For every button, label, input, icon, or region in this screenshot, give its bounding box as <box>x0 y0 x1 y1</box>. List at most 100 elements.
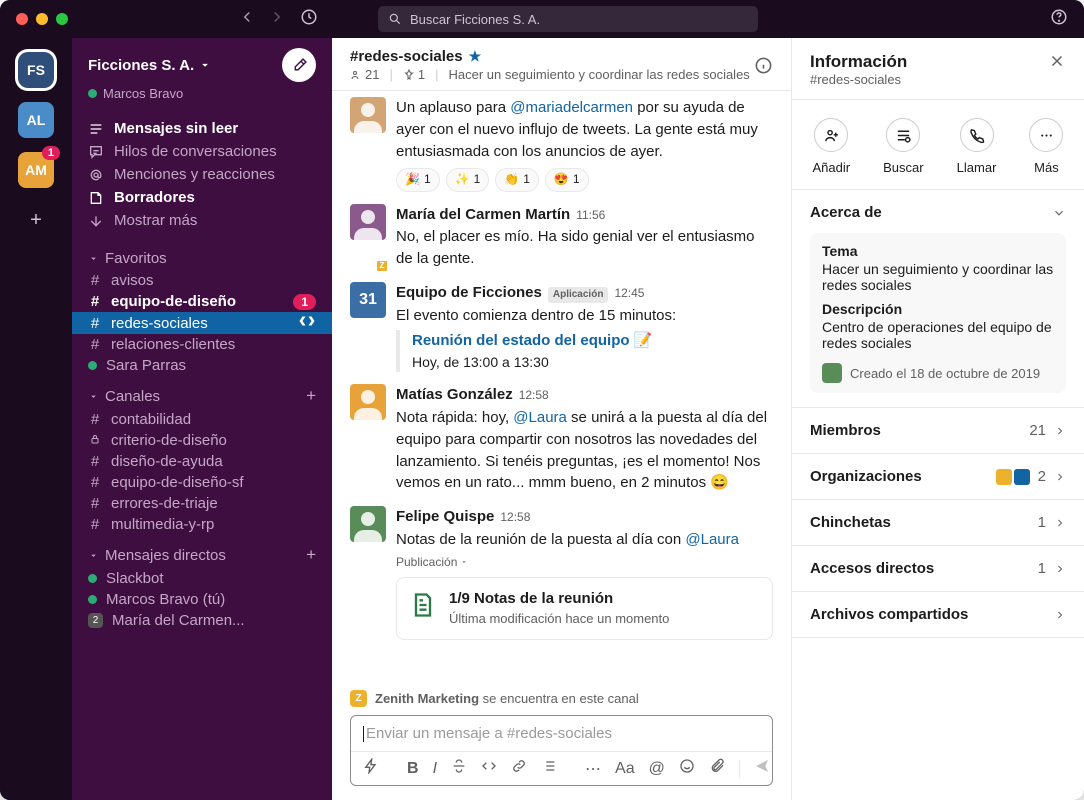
row-shortcuts[interactable]: Accesos directos1 <box>792 546 1084 592</box>
star-icon[interactable]: ★ <box>469 48 482 65</box>
add-dm[interactable]: + <box>306 545 316 565</box>
row-pins[interactable]: Chinchetas1 <box>792 500 1084 546</box>
nav-mentions[interactable]: Menciones y reacciones <box>72 163 332 186</box>
desc-value[interactable]: Centro de operaciones del equipo de rede… <box>822 319 1054 351</box>
attach-icon[interactable] <box>709 758 725 779</box>
members-count[interactable]: 21 <box>350 67 379 82</box>
action-call[interactable]: Llamar <box>957 118 997 175</box>
action-find[interactable]: Buscar <box>883 118 923 175</box>
reaction[interactable]: ✨1 <box>446 168 490 191</box>
history-icon[interactable] <box>300 8 318 31</box>
nav-unread[interactable]: Mensajes sin leer <box>72 117 332 140</box>
channel-diseno-ayuda[interactable]: #diseño-de-ayuda <box>72 451 332 472</box>
starred-redes-sociales[interactable]: #redes-sociales <box>72 312 332 334</box>
message-body: María del Carmen Martín11:56 No, el plac… <box>396 204 773 270</box>
italic-icon[interactable]: I <box>433 760 437 778</box>
action-more[interactable]: Más <box>1029 118 1063 175</box>
search-input[interactable]: Buscar Ficciones S. A. <box>378 6 758 32</box>
more-icon <box>1029 118 1063 152</box>
code-icon[interactable] <box>481 758 497 779</box>
dm-self[interactable]: Marcos Bravo (tú) <box>72 589 332 610</box>
workspace-al[interactable]: AL <box>18 102 54 138</box>
message: Z María del Carmen Martín11:56 No, el pl… <box>350 204 773 270</box>
workspace-fs[interactable]: FS <box>18 52 54 88</box>
section-starred[interactable]: Favoritos <box>72 240 332 270</box>
caret-down-icon <box>88 391 99 402</box>
avatar[interactable]: 31 <box>350 282 386 318</box>
compose-button[interactable] <box>282 48 316 82</box>
channel-multimedia-rp[interactable]: #multimedia-y-rp <box>72 514 332 535</box>
close-window[interactable] <box>16 13 28 25</box>
starred-relaciones-clientes[interactable]: #relaciones-clientes <box>72 334 332 355</box>
close-icon[interactable] <box>1048 52 1066 75</box>
pins-count[interactable]: 1 <box>403 67 425 82</box>
user-status[interactable]: Marcos Bravo <box>72 86 332 113</box>
send-icon[interactable] <box>754 758 770 779</box>
bold-icon[interactable]: B <box>407 760 419 778</box>
avatar[interactable] <box>350 506 386 542</box>
mention[interactable]: @Laura <box>513 409 567 426</box>
minimize-window[interactable] <box>36 13 48 25</box>
event-attachment[interactable]: Reunión del estado del equipo 📝 Hoy, de … <box>396 330 773 372</box>
starred-sara-parras[interactable]: Sara Parras <box>72 355 332 376</box>
more-formatting-icon[interactable]: ⋯ <box>585 759 601 779</box>
sender-name[interactable]: Equipo de Ficciones <box>396 282 542 304</box>
post-attachment[interactable]: 1/9 Notas de la reunión Última modificac… <box>396 577 773 640</box>
channel-name[interactable]: #redes-sociales★ <box>350 48 773 65</box>
sender-name[interactable]: Felipe Quispe <box>396 506 494 528</box>
add-workspace[interactable]: + <box>18 202 54 238</box>
avatar[interactable] <box>350 204 386 240</box>
info-icon[interactable] <box>754 56 773 80</box>
dm-slackbot[interactable]: Slackbot <box>72 568 332 589</box>
text-format-icon[interactable]: Aa <box>615 760 635 778</box>
mention[interactable]: @mariadelcarmen <box>510 99 633 116</box>
channel-equipo-diseno-sf[interactable]: #equipo-de-diseño-sf <box>72 472 332 493</box>
reaction[interactable]: 👏1 <box>495 168 539 191</box>
forward-icon[interactable] <box>268 8 286 31</box>
avatar[interactable] <box>350 384 386 420</box>
about-toggle[interactable]: Acerca de <box>810 204 1066 221</box>
channel-topic[interactable]: Hacer un seguimiento y coordinar las red… <box>448 67 749 82</box>
strike-icon[interactable] <box>451 758 467 779</box>
dm-maria[interactable]: 2María del Carmen... <box>72 610 332 631</box>
starred-avisos[interactable]: #avisos <box>72 270 332 291</box>
action-add[interactable]: Añadir <box>813 118 851 175</box>
help-icon[interactable] <box>1050 8 1068 31</box>
row-members[interactable]: Miembros21 <box>792 408 1084 454</box>
composer-input[interactable]: Enviar un mensaje a #redes-sociales <box>351 716 772 752</box>
maximize-window[interactable] <box>56 13 68 25</box>
sender-name[interactable]: María del Carmen Martín <box>396 204 570 226</box>
message: Felipe Quispe12:58 Notas de la reunión d… <box>350 506 773 639</box>
add-channel[interactable]: + <box>306 386 316 406</box>
topic-value[interactable]: Hacer un seguimiento y coordinar las red… <box>822 261 1054 293</box>
section-channels[interactable]: Canales+ <box>72 376 332 409</box>
link-icon[interactable] <box>511 758 527 779</box>
presence-dot <box>88 361 97 370</box>
workspace-am[interactable]: AM1 <box>18 152 54 188</box>
unread-badge: 1 <box>293 294 316 310</box>
row-orgs[interactable]: Organizaciones2 <box>792 454 1084 500</box>
list-icon[interactable] <box>541 758 557 779</box>
publication-label[interactable]: Publicación <box>396 554 773 571</box>
mention[interactable]: @Laura <box>685 531 739 548</box>
starred-equipo-diseno[interactable]: #equipo-de-diseño1 <box>72 291 332 312</box>
section-dms[interactable]: Mensajes directos+ <box>72 535 332 568</box>
channel-criterio-diseno[interactable]: criterio-de-diseño <box>72 430 332 451</box>
mention-icon[interactable]: @ <box>649 760 665 778</box>
avatar[interactable] <box>350 97 386 133</box>
nav-drafts[interactable]: Borradores <box>72 186 332 209</box>
back-icon[interactable] <box>238 8 256 31</box>
nav-more[interactable]: Mostrar más <box>72 209 332 232</box>
row-files[interactable]: Archivos compartidos <box>792 592 1084 638</box>
creator-avatar[interactable] <box>822 363 842 383</box>
reaction[interactable]: 😍1 <box>545 168 589 191</box>
channel-errores-triaje[interactable]: #errores-de-triaje <box>72 493 332 514</box>
emoji-icon[interactable] <box>679 758 695 779</box>
details-title: Información <box>810 52 907 72</box>
reaction[interactable]: 🎉1 <box>396 168 440 191</box>
nav-threads[interactable]: Hilos de conversaciones <box>72 140 332 163</box>
workspace-title[interactable]: Ficciones S. A. <box>88 57 212 74</box>
lightning-icon[interactable] <box>363 758 379 779</box>
sender-name[interactable]: Matías González <box>396 384 513 406</box>
channel-contabilidad[interactable]: #contabilidad <box>72 409 332 430</box>
